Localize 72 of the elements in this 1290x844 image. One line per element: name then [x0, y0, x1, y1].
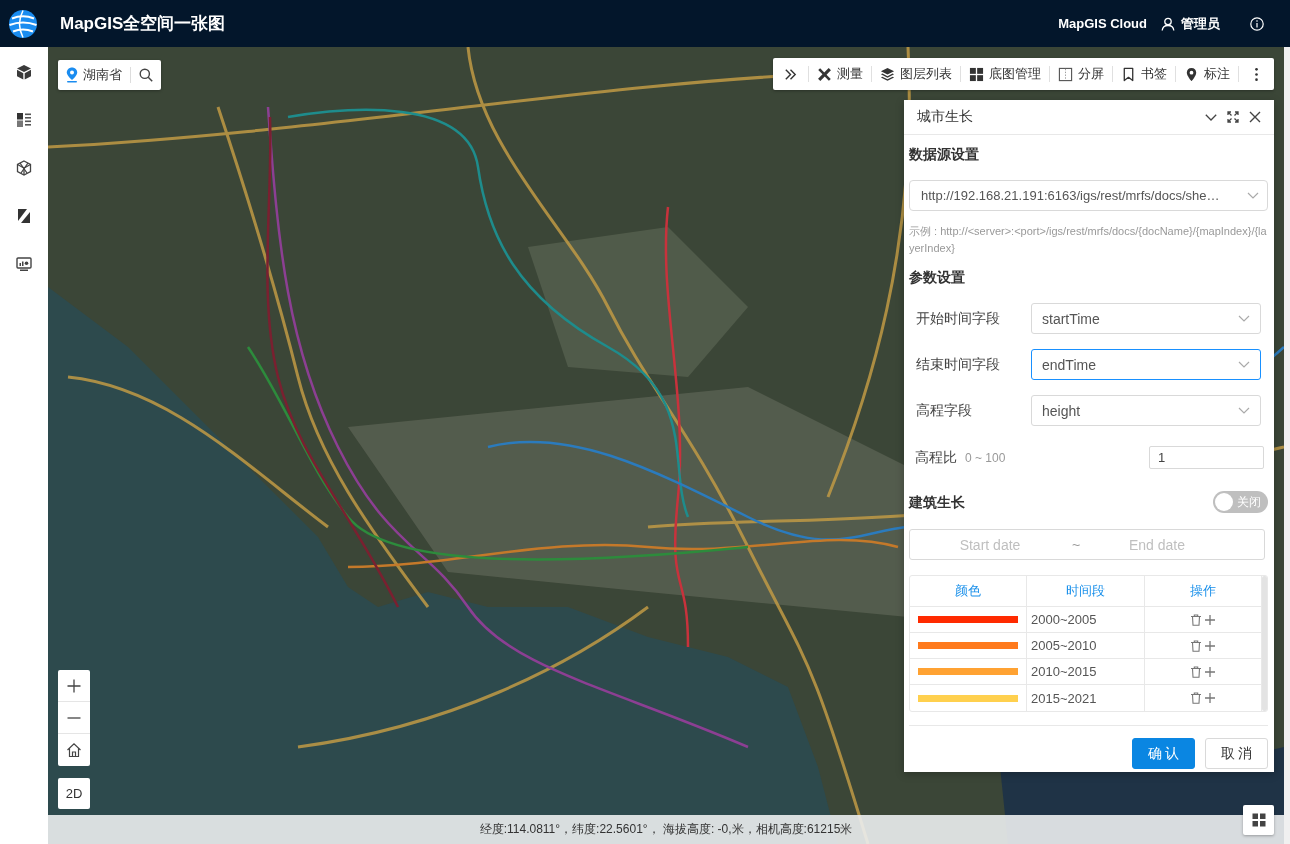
field-label: 高程字段 — [916, 401, 973, 420]
location-pin-icon — [66, 67, 78, 83]
layer-list-button[interactable]: 图层列表 — [872, 58, 960, 90]
chevron-down-icon — [1238, 315, 1250, 322]
chevron-down-icon — [1247, 192, 1259, 199]
bookmark-button[interactable]: 书签 — [1113, 58, 1175, 90]
plus-icon[interactable] — [1204, 613, 1216, 626]
table-cell: 2005~2010 — [1027, 633, 1145, 659]
coordinates-text: 经度:114.0811°，纬度:22.5601°， 海拔高度: -0,米，相机高度:61215米 — [479, 821, 853, 838]
grid-toggle-button[interactable] — [1243, 805, 1274, 835]
chevron-down-icon[interactable] — [1205, 113, 1217, 121]
close-icon[interactable] — [1249, 111, 1261, 123]
chevron-down-icon — [1238, 361, 1250, 368]
range-hint: 0 ~ 100 — [965, 450, 1006, 465]
cube-icon[interactable] — [16, 64, 32, 80]
measure-button[interactable]: 测量 — [809, 58, 871, 90]
user-icon — [1161, 16, 1175, 31]
field-label: 开始时间字段 — [916, 309, 1001, 328]
app-title: MapGIS全空间一张图 — [60, 13, 226, 35]
basemap-button[interactable]: 底图管理 — [961, 58, 1049, 90]
panel-title: 城市生长 — [917, 108, 973, 126]
table-cell: 2000~2005 — [1027, 607, 1145, 633]
grid-icon — [1251, 813, 1266, 827]
user-name[interactable]: 管理员 — [1181, 14, 1220, 33]
layers-icon — [880, 66, 895, 82]
data-source-select[interactable]: http://192.168.21.191:6163/igs/rest/mrfs/docs/she… — [909, 180, 1268, 211]
field-label: 高程比 — [915, 448, 957, 467]
split-screen-icon — [1058, 66, 1073, 82]
field-select[interactable]: startTime — [1031, 303, 1261, 334]
grid-icon — [969, 66, 984, 82]
cloud-link[interactable]: MapGIS Cloud — [1058, 16, 1147, 31]
plus-icon[interactable] — [1204, 692, 1216, 704]
list-layout-icon[interactable] — [16, 112, 32, 128]
cancel-button[interactable]: 取 消 — [1205, 738, 1268, 769]
fullscreen-icon[interactable] — [1227, 111, 1239, 123]
section-heading: 建筑生长 — [909, 493, 965, 512]
confirm-button[interactable]: 确 认 — [1132, 738, 1195, 769]
range-separator: ~ — [1070, 536, 1082, 553]
table-cell: 2015~2021 — [1027, 685, 1145, 711]
column-header: 颜色 — [910, 576, 1027, 607]
field-label: 结束时间字段 — [916, 355, 1001, 374]
zoom-out-icon[interactable] — [67, 716, 81, 719]
elevation-ratio-input[interactable]: 1 — [1149, 446, 1264, 469]
field-select[interactable]: height — [1031, 395, 1261, 426]
wireframe-cube-icon[interactable] — [16, 160, 32, 176]
region-search-bar[interactable]: 湖南省 — [58, 60, 161, 90]
section-heading: 数据源设置 — [909, 145, 979, 164]
monitor-icon[interactable] — [16, 256, 32, 272]
marker-button[interactable]: 标注 — [1176, 58, 1238, 90]
crossed-tools-icon — [817, 66, 832, 82]
trash-icon[interactable] — [1190, 613, 1202, 626]
slanted-block-icon[interactable] — [16, 208, 32, 224]
zoom-in-icon[interactable] — [67, 678, 81, 693]
plus-icon[interactable] — [1204, 639, 1216, 652]
table-cell: 2010~2015 — [1027, 659, 1145, 685]
plus-icon[interactable] — [1204, 665, 1216, 678]
trash-icon[interactable] — [1190, 639, 1202, 652]
trash-icon[interactable] — [1190, 665, 1202, 678]
column-header: 时间段 — [1027, 576, 1145, 607]
globe-logo-icon — [8, 8, 38, 39]
map-pin-icon — [1184, 66, 1199, 82]
info-icon[interactable] — [1250, 16, 1264, 31]
chevron-down-icon — [1238, 407, 1250, 414]
example-hint-text: 示例 : http://<server>:<port>/igs/rest/mrfs/docs/{docName}/{mapIndex}/{layerIndex} — [909, 224, 1268, 256]
view-mode-button[interactable]: 2D — [58, 778, 90, 809]
split-screen-button[interactable]: 分屏 — [1050, 58, 1112, 90]
search-icon[interactable] — [139, 68, 153, 82]
trash-icon[interactable] — [1190, 692, 1202, 704]
bookmark-icon — [1121, 66, 1136, 82]
home-icon[interactable] — [66, 742, 82, 758]
section-heading: 参数设置 — [909, 268, 965, 287]
field-select[interactable]: endTime — [1031, 349, 1261, 380]
